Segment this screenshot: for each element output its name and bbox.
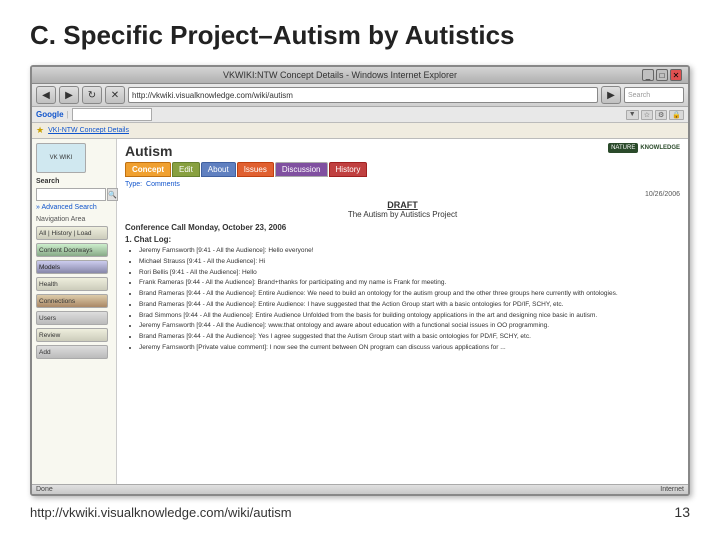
wiki-conf-title: Conference Call Monday, October 23, 2006 bbox=[125, 223, 680, 232]
favorites-bar: ★ VKI-NTW Concept Details bbox=[32, 123, 688, 139]
address-bar[interactable]: http://vkwiki.visualknowledge.com/wiki/a… bbox=[128, 87, 598, 103]
status-left: Done bbox=[36, 486, 53, 493]
search-placeholder: Search bbox=[628, 92, 650, 99]
wiki-draft-header: DRAFT The Autism by Autistics Project bbox=[125, 200, 680, 219]
list-item: Rori Bellis [9:41 - All the Audience]: H… bbox=[139, 268, 680, 278]
advanced-search-link[interactable]: » Advanced Search bbox=[36, 204, 112, 211]
wiki-chat-list: Jeremy Farnsworth [9:41 - All the Audien… bbox=[125, 246, 680, 353]
wiki-logo: VK WIKI bbox=[36, 143, 86, 173]
tab-history[interactable]: History bbox=[329, 162, 368, 177]
browser-controls: _ □ ✕ bbox=[642, 69, 682, 81]
maximize-button[interactable]: □ bbox=[656, 69, 668, 81]
google-toolbar: Google | ▼ ☆ ⚙ 🔒 bbox=[32, 107, 688, 123]
browser-window: VKWIKI:NTW Concept Details - Windows Int… bbox=[30, 65, 690, 496]
tab-discussion[interactable]: Discussion bbox=[275, 162, 328, 177]
sidebar-search-input[interactable] bbox=[36, 188, 106, 201]
wiki-section-title: 1. Chat Log: bbox=[125, 235, 680, 244]
list-item: Brad Simmons [9:44 - All the Audience]: … bbox=[139, 311, 680, 321]
slide-container: C. Specific Project–Autism by Autistics … bbox=[0, 0, 720, 540]
forward-button[interactable]: ▶ bbox=[59, 86, 79, 104]
search-box[interactable]: Search bbox=[624, 87, 684, 103]
refresh-button[interactable]: ↻ bbox=[82, 86, 102, 104]
sidebar-btn-content[interactable]: Content Doorways bbox=[36, 243, 108, 257]
sidebar-btn-models[interactable]: Models bbox=[36, 260, 108, 274]
wiki-page-title: Autism bbox=[125, 143, 172, 159]
browser-statusbar: Done Internet bbox=[32, 484, 688, 494]
favorites-star-icon: ★ bbox=[36, 125, 44, 136]
browser-content: VK WIKI Search 🔍 » Advanced Search Navig… bbox=[32, 139, 688, 484]
toolbar-icon-3: ⚙ bbox=[655, 110, 667, 120]
list-item: Brand Rameras [9:44 - All the Audience]:… bbox=[139, 300, 680, 310]
search-label: Search bbox=[36, 178, 112, 185]
tab-about[interactable]: About bbox=[201, 162, 236, 177]
favorites-link-1[interactable]: VKI-NTW Concept Details bbox=[48, 127, 129, 134]
list-item: Michael Strauss [9:41 - All the Audience… bbox=[139, 257, 680, 267]
draft-label: DRAFT bbox=[125, 200, 680, 210]
breadcrumb-comments-link[interactable]: Comments bbox=[146, 181, 180, 188]
toolbar-icon-4: 🔒 bbox=[669, 110, 684, 120]
address-text: http://vkwiki.visualknowledge.com/wiki/a… bbox=[132, 91, 293, 100]
sidebar-btn-add[interactable]: Add bbox=[36, 345, 108, 359]
wiki-logo-right: NATURE KNOWLEDGE bbox=[608, 143, 680, 153]
browser-titlebar: VKWIKI:NTW Concept Details - Windows Int… bbox=[32, 67, 688, 84]
search-row: 🔍 bbox=[36, 188, 112, 201]
toolbar-icons: ▼ ☆ ⚙ 🔒 bbox=[626, 110, 684, 120]
slide-title: C. Specific Project–Autism by Autistics bbox=[30, 20, 690, 51]
nav-section-label: Navigation Area bbox=[36, 216, 112, 223]
slide-url: http://vkwiki.visualknowledge.com/wiki/a… bbox=[30, 505, 292, 520]
browser-toolbar: ◀ ▶ ↻ ✕ http://vkwiki.visualknowledge.co… bbox=[32, 84, 688, 107]
google-logo: Google bbox=[36, 110, 64, 119]
draft-subtitle: The Autism by Autistics Project bbox=[125, 210, 680, 219]
wiki-tabs: Concept Edit About Issues Discussion His… bbox=[125, 162, 680, 177]
stop-button[interactable]: ✕ bbox=[105, 86, 125, 104]
back-button[interactable]: ◀ bbox=[36, 86, 56, 104]
tab-issues[interactable]: Issues bbox=[237, 162, 274, 177]
sidebar-btn-health[interactable]: Health bbox=[36, 277, 108, 291]
list-item: Brand Rameras [9:44 - All the Audience]:… bbox=[139, 289, 680, 299]
sidebar-btn-connections[interactable]: Connections bbox=[36, 294, 108, 308]
list-item: Brand Rameras [9:44 - All the Audience]:… bbox=[139, 332, 680, 342]
wiki-main: Autism NATURE KNOWLEDGE Concept Edit Abo… bbox=[117, 139, 688, 484]
breadcrumb-type: Type: bbox=[125, 181, 142, 188]
slide-number: 13 bbox=[674, 504, 690, 520]
wiki-date: 10/26/2006 bbox=[125, 191, 680, 198]
list-item: Jeremy Farnsworth [Private value comment… bbox=[139, 343, 680, 353]
wiki-header: Autism NATURE KNOWLEDGE bbox=[125, 143, 680, 159]
tab-concept[interactable]: Concept bbox=[125, 162, 171, 177]
go-button[interactable]: ▶ bbox=[601, 86, 621, 104]
list-item: Jeremy Farnsworth [9:44 - All the Audien… bbox=[139, 321, 680, 331]
toolbar-icon-1: ▼ bbox=[626, 110, 639, 120]
sidebar-btn-all[interactable]: All | History | Load bbox=[36, 226, 108, 240]
nature-text: KNOWLEDGE bbox=[640, 145, 680, 151]
minimize-button[interactable]: _ bbox=[642, 69, 654, 81]
sidebar-btn-users[interactable]: Users bbox=[36, 311, 108, 325]
wiki-breadcrumb: Type: Comments bbox=[125, 181, 680, 188]
toolbar-icon-2: ☆ bbox=[641, 110, 653, 120]
sidebar-btn-review[interactable]: Review bbox=[36, 328, 108, 342]
google-search-input[interactable] bbox=[72, 108, 152, 121]
tab-edit[interactable]: Edit bbox=[172, 162, 200, 177]
close-button[interactable]: ✕ bbox=[670, 69, 682, 81]
list-item: Jeremy Farnsworth [9:41 - All the Audien… bbox=[139, 246, 680, 256]
wiki-content-area: Type: Comments 10/26/2006 DRAFT The Auti… bbox=[125, 181, 680, 480]
status-right: Internet bbox=[660, 486, 684, 493]
list-item: Frank Rameras [9:44 - All the Audience]:… bbox=[139, 278, 680, 288]
slide-footer: http://vkwiki.visualknowledge.com/wiki/a… bbox=[30, 504, 690, 520]
wiki-sidebar: VK WIKI Search 🔍 » Advanced Search Navig… bbox=[32, 139, 117, 484]
wiki-logo-text: VK WIKI bbox=[50, 155, 73, 161]
nature-logo: NATURE bbox=[608, 143, 638, 153]
google-separator: | bbox=[67, 110, 69, 119]
browser-title-text: VKWIKI:NTW Concept Details - Windows Int… bbox=[38, 70, 642, 80]
